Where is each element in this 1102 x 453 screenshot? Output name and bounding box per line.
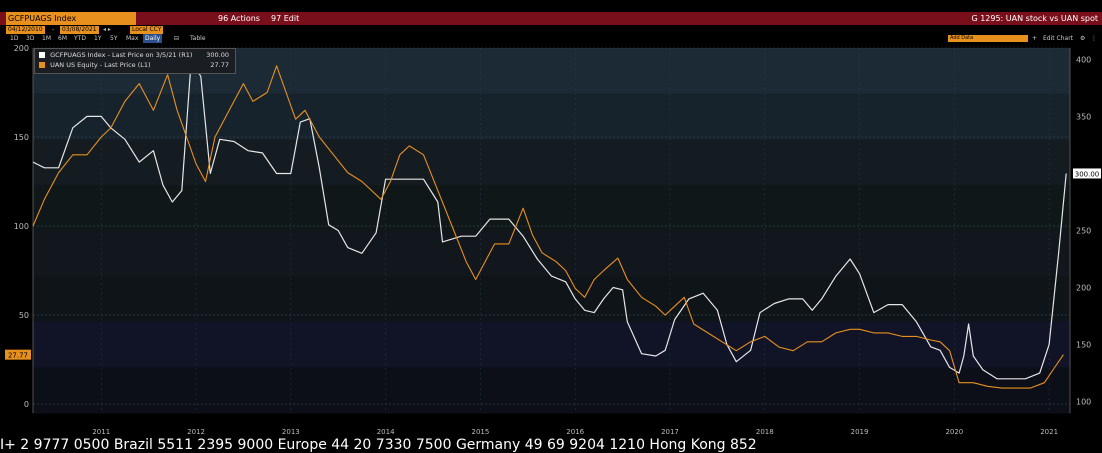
legend-swatch-white (39, 52, 45, 58)
more-icon[interactable]: ⋮ (1091, 34, 1097, 43)
settings-icon[interactable]: ⚙ (1080, 34, 1085, 43)
range-3d[interactable]: 3D (26, 34, 34, 43)
price-chart[interactable]: 2011 2012 2013 2014 2015 2016 2017 2018 2019 2020… (0, 43, 1102, 438)
right-tick-label: 250 (1076, 227, 1091, 236)
range-1d[interactable]: 1D (10, 34, 18, 43)
plot-band (33, 230, 1070, 277)
x-tick-label: 2021 (1040, 428, 1058, 436)
range-max[interactable]: Max (126, 34, 138, 43)
title-bar: GCFPUAGS Index 96 Actions 97 Edit G 1295… (0, 12, 1102, 25)
right-tick-label: 200 (1076, 284, 1091, 293)
last-value-label-right: 300.00 (1075, 170, 1100, 178)
x-tick-label: 2016 (566, 428, 584, 436)
range-ytd[interactable]: YTD (74, 34, 86, 43)
edit-menu[interactable]: 97 Edit (271, 12, 299, 25)
x-tick-label: 2017 (661, 428, 679, 436)
x-tick-label: 2014 (377, 428, 395, 436)
x-tick-label: 2013 (282, 428, 300, 436)
right-tick-label: 100 (1076, 398, 1091, 407)
left-tick-label: 150 (14, 133, 29, 142)
legend-label-index: GCFPUAGS Index - Last Price on 3/5/21 (R… (50, 51, 193, 59)
legend-item-index: GCFPUAGS Index - Last Price on 3/5/21 (R… (39, 51, 231, 60)
ticker-field[interactable]: GCFPUAGS Index (6, 12, 136, 25)
left-tick-label: 200 (14, 44, 29, 53)
add-icon[interactable]: + (1032, 34, 1037, 43)
bottom-ticker: I+ 2 9777 0500 Brazil 5511 2395 9000 Eur… (0, 437, 757, 453)
plot-band (33, 184, 1070, 231)
add-data-field[interactable]: Add Data (948, 35, 1028, 42)
x-tick-label: 2019 (851, 428, 869, 436)
legend-value-equity: 27.77 (210, 61, 229, 69)
toolbar: 1D 3D 1M 6M YTD 1Y 5Y Max Daily ⊟ Table … (0, 34, 1102, 43)
actions-menu[interactable]: 96 Actions (218, 12, 260, 25)
legend-item-equity: UAN US Equity - Last Price (L1) (39, 61, 151, 70)
nav-arrows[interactable]: ◂ ▸ (103, 25, 111, 34)
x-tick-label: 2020 (945, 428, 963, 436)
range-1m[interactable]: 1M (42, 34, 51, 43)
x-tick-label: 2018 (756, 428, 774, 436)
plot-band (33, 321, 1070, 368)
plot-band (33, 367, 1070, 414)
x-tick-label: 2011 (92, 428, 110, 436)
range-1y[interactable]: 1Y (94, 34, 101, 43)
edit-chart-button[interactable]: Edit Chart (1043, 34, 1073, 43)
right-tick-label: 350 (1076, 112, 1091, 121)
left-tick-label: 100 (14, 222, 29, 231)
table-button[interactable]: Table (190, 34, 206, 43)
chart-title: G 1295: UAN stock vs UAN spot (971, 14, 1098, 23)
legend-swatch-orange (39, 62, 45, 68)
date-separator: - (52, 26, 55, 33)
legend-label-equity: UAN US Equity - Last Price (L1) (50, 61, 151, 69)
chart-legend: GCFPUAGS Index - Last Price on 3/5/21 (R… (34, 48, 236, 74)
legend-value-index: 300.00 (206, 51, 229, 59)
last-value-label-left: 27.77 (8, 352, 28, 360)
range-5y[interactable]: 5Y (110, 34, 117, 43)
plot-band (33, 139, 1070, 186)
right-tick-label: 150 (1076, 341, 1091, 350)
x-tick-label: 2012 (187, 428, 205, 436)
left-tick-label: 0 (24, 400, 29, 409)
left-tick-label: 50 (19, 311, 29, 320)
right-tick-label: 400 (1076, 55, 1091, 64)
start-date-field[interactable]: 04/12/2010 (6, 26, 45, 34)
x-tick-label: 2015 (471, 428, 489, 436)
chart-icon[interactable]: ⊟ (174, 34, 179, 43)
frequency-select[interactable]: Daily (143, 34, 163, 43)
range-6m[interactable]: 6M (58, 34, 67, 43)
currency-select[interactable]: Local CCY (130, 26, 164, 34)
end-date-field[interactable]: 03/08/2021 (60, 26, 99, 34)
date-row: 04/12/2010 - 03/08/2021 ◂ ▸ Local CCY (0, 25, 1102, 34)
